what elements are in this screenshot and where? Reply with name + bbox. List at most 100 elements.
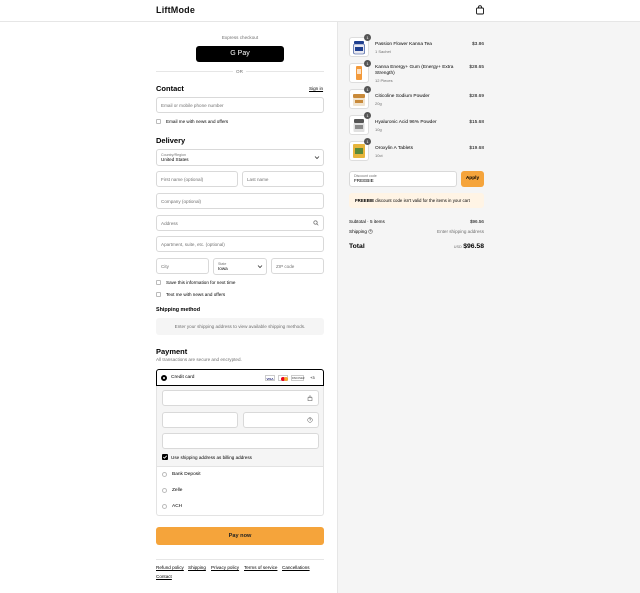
product-image: 1	[349, 34, 371, 57]
subtotal-label: Subtotal · 5 items	[349, 219, 385, 224]
item-variant: 10ct	[375, 153, 383, 158]
google-pay-button[interactable]: G Pay	[196, 46, 284, 62]
terms-of-service-link[interactable]: Terms of service	[244, 565, 277, 570]
credit-card-option[interactable]: Credit card VISA DISCOVER +3	[156, 369, 324, 386]
item-name: Hyaluronic Acid 96% Powder	[375, 120, 437, 125]
product-image: 1	[349, 138, 371, 161]
subtotal-value: $96.56	[469, 219, 484, 224]
checkmark-icon	[163, 455, 167, 459]
credit-card-radio[interactable]	[161, 375, 167, 381]
ach-label: ACH	[172, 504, 183, 509]
billing-same-checkbox[interactable]	[162, 454, 168, 460]
billing-same-label: Use shipping address as billing address	[171, 454, 252, 460]
bank-deposit-radio[interactable]	[162, 472, 167, 477]
chevron-down-icon	[314, 156, 320, 160]
news-checkbox-label: Email me with news and offers	[166, 119, 229, 124]
qty-badge: 1	[364, 112, 371, 119]
order-summary-panel	[337, 22, 640, 593]
bank-deposit-option[interactable]: Bank Deposit	[156, 467, 324, 484]
item-variant: 10g	[375, 127, 382, 132]
shipping-label: Shipping	[349, 229, 367, 234]
product-image: 1	[349, 86, 371, 109]
qty-badge: 1	[364, 60, 371, 67]
refund-policy-link[interactable]: Refund policy	[156, 565, 184, 570]
country-value: United States	[161, 157, 189, 162]
item-price: $19.68	[469, 146, 484, 151]
ach-radio[interactable]	[162, 504, 167, 509]
zelle-label: Zelle	[172, 488, 183, 493]
apply-button[interactable]: Apply	[461, 171, 484, 187]
zip-field[interactable]: ZIP code	[271, 258, 324, 274]
delivery-heading: Delivery	[156, 136, 186, 145]
contact-heading: Contact	[156, 84, 184, 93]
shopping-bag-icon[interactable]	[475, 5, 485, 15]
apartment-field[interactable]: Apartment, suite, etc. (optional)	[156, 236, 324, 252]
google-pay-label: G Pay	[230, 50, 250, 57]
payment-subtitle: All transactions are secure and encrypte…	[156, 357, 242, 362]
discover-icon: DISCOVER	[291, 375, 305, 381]
item-name: Passion Flower Kanna Tea	[375, 42, 432, 47]
item-price: $15.68	[469, 120, 484, 125]
error-text: discount code isn't valid for the items …	[374, 198, 470, 203]
visa-icon: VISA	[265, 375, 275, 381]
more-brands: +3	[310, 375, 315, 380]
expiry-field[interactable]	[162, 412, 238, 428]
state-value: Iowa	[218, 266, 228, 271]
qty-badge: 1	[364, 34, 371, 41]
item-name: Citicoline Sodium Powder	[375, 94, 430, 99]
payment-heading: Payment	[156, 347, 188, 356]
ach-option[interactable]: ACH	[156, 499, 324, 516]
footer-divider	[156, 559, 324, 560]
text-me-label: Text me with news and offers	[166, 292, 226, 297]
discount-error-banner: FREEBIE discount code isn't valid for th…	[349, 193, 484, 208]
discount-code-field[interactable]: Discount code FREEBIE	[349, 171, 457, 187]
text-me-checkbox[interactable]	[156, 292, 161, 297]
help-icon[interactable]	[368, 229, 373, 234]
shipping-link[interactable]: Shipping	[188, 565, 206, 570]
pay-now-button[interactable]: Pay now	[156, 527, 324, 545]
country-select[interactable]: Country/Region United States	[156, 149, 324, 166]
mastercard-icon	[278, 375, 288, 381]
address-field[interactable]: Address	[156, 215, 324, 231]
total-value: $96.58	[463, 243, 484, 250]
item-variant: 20g	[375, 101, 382, 106]
logo[interactable]: LiftMode	[156, 5, 195, 15]
product-image: 1	[349, 60, 371, 83]
discount-value: FREEBIE	[354, 178, 374, 183]
currency-code: USD	[453, 245, 462, 249]
card-number-field[interactable]	[162, 390, 319, 406]
city-field[interactable]: City	[156, 258, 209, 274]
shipping-notice: Enter your shipping address to view avai…	[156, 318, 324, 335]
footer-links: Refund policy Shipping Privacy policy Te…	[156, 565, 324, 585]
card-details-panel: Use shipping address as billing address	[156, 386, 324, 467]
item-price: $28.69	[469, 94, 484, 99]
item-name: Oroxylin A Tablets	[375, 146, 414, 151]
zelle-radio[interactable]	[162, 488, 167, 493]
save-info-checkbox[interactable]	[156, 280, 161, 285]
zelle-option[interactable]: Zelle	[156, 483, 324, 500]
company-field[interactable]: Company (optional)	[156, 193, 324, 209]
chevron-down-icon	[257, 265, 263, 269]
credit-card-label: Credit card	[171, 375, 195, 380]
first-name-field[interactable]: First name (optional)	[156, 171, 238, 187]
save-info-label: Save this information for next time	[166, 280, 236, 285]
error-code: FREEBIE	[355, 198, 375, 203]
item-price: $28.65	[469, 65, 484, 70]
privacy-policy-link[interactable]: Privacy policy	[211, 565, 239, 570]
total-label: Total	[349, 243, 365, 250]
contact-link[interactable]: Contact	[156, 574, 172, 579]
name-on-card-field[interactable]	[162, 433, 319, 449]
qty-badge: 1	[364, 86, 371, 93]
item-variant: 12 Pieces	[375, 78, 393, 83]
help-icon	[307, 417, 313, 423]
sign-in-link[interactable]: Sign in	[309, 86, 323, 91]
express-checkout-title: Express checkout	[221, 35, 259, 40]
item-price: $3.86	[471, 42, 484, 47]
or-divider-label: OR	[233, 68, 246, 74]
email-field[interactable]: Email or mobile phone number	[156, 97, 324, 113]
item-variant: 1 Sachet	[375, 49, 391, 54]
news-checkbox[interactable]	[156, 119, 161, 124]
last-name-field[interactable]: Last name	[242, 171, 324, 187]
cancellations-link[interactable]: Cancellations	[282, 565, 310, 570]
site-header: LiftMode	[0, 0, 640, 22]
